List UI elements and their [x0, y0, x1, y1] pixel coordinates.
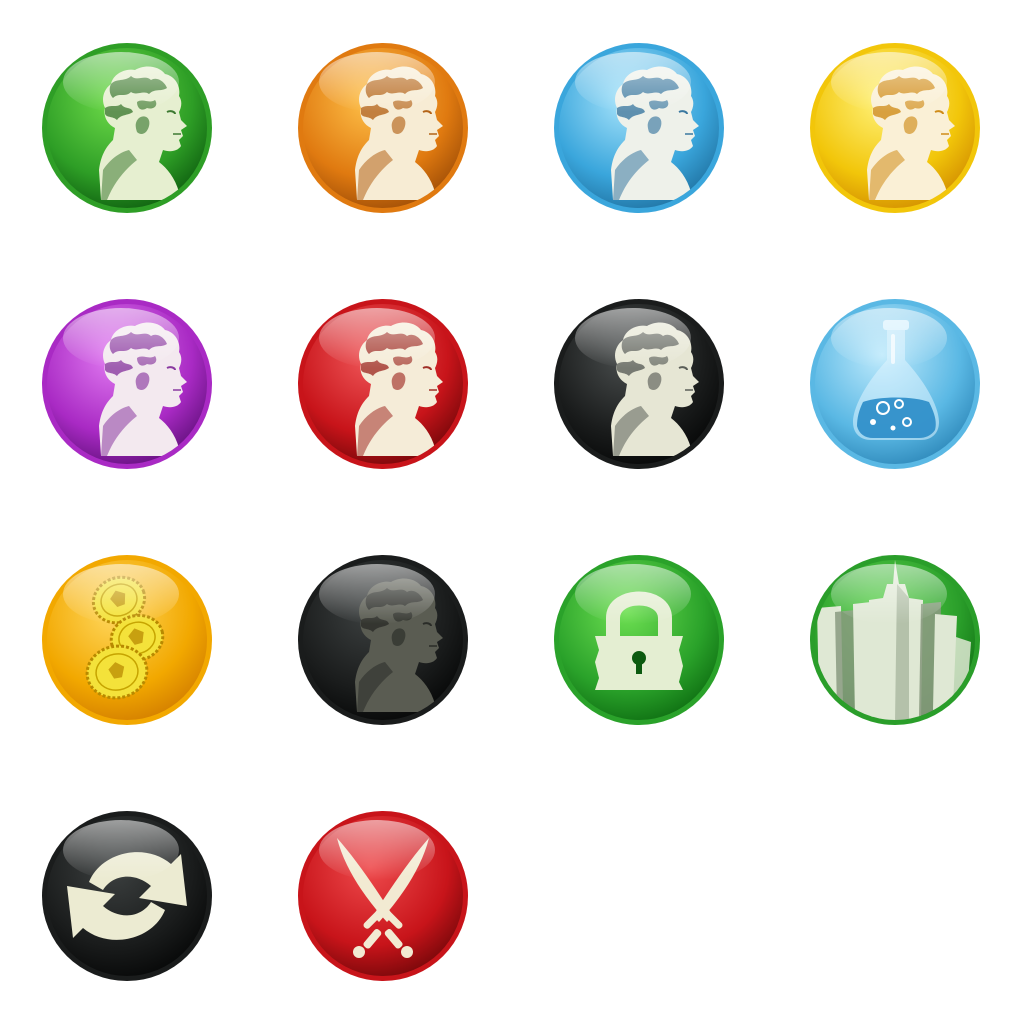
icon-gloss — [831, 52, 947, 112]
icon-sheet — [0, 0, 1024, 1024]
icon-gloss — [575, 308, 691, 368]
icon-gloss — [831, 564, 947, 624]
icon-button-leader-blue[interactable] — [553, 42, 725, 214]
icon-button-leader-green[interactable] — [41, 42, 213, 214]
icon-button-science[interactable] — [809, 298, 981, 470]
icon-gloss — [319, 52, 435, 112]
icon-gloss — [63, 52, 179, 112]
icon-button-lock[interactable] — [553, 554, 725, 726]
icon-gloss — [319, 820, 435, 880]
icon-button-cycle[interactable] — [41, 810, 213, 982]
icon-button-leader-black[interactable] — [553, 298, 725, 470]
icon-gloss — [319, 564, 435, 624]
icon-gloss — [575, 564, 691, 624]
icon-gloss — [319, 308, 435, 368]
icon-gloss — [63, 308, 179, 368]
icon-button-gold[interactable] — [41, 554, 213, 726]
icon-button-leader-yellow[interactable] — [809, 42, 981, 214]
icon-gloss — [63, 820, 179, 880]
icon-button-war[interactable] — [297, 810, 469, 982]
icon-button-leader-purple[interactable] — [41, 298, 213, 470]
icon-gloss — [831, 308, 947, 368]
icon-gloss — [63, 564, 179, 624]
icon-button-leader-dim[interactable] — [297, 554, 469, 726]
icon-button-city[interactable] — [809, 554, 981, 726]
icon-button-leader-red[interactable] — [297, 298, 469, 470]
icon-button-leader-orange[interactable] — [297, 42, 469, 214]
icon-gloss — [575, 52, 691, 112]
